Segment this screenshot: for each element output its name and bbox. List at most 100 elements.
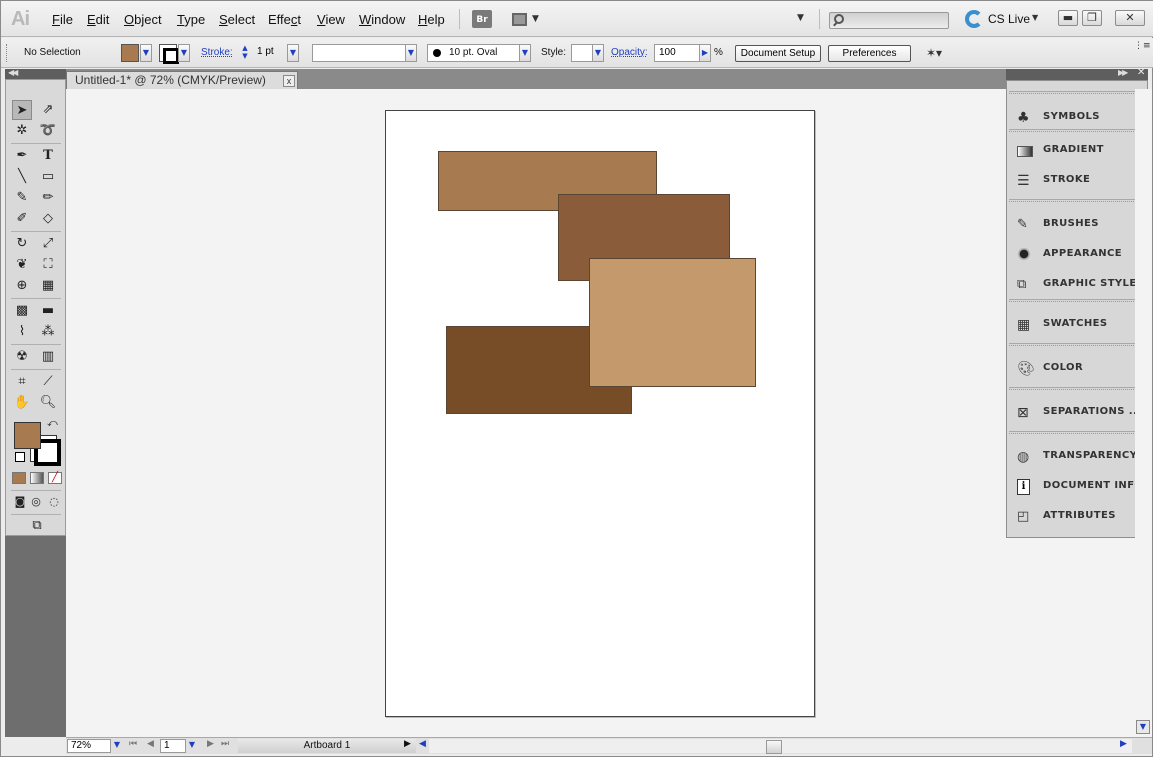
- line-tool-icon[interactable]: ╲: [12, 167, 32, 187]
- brushes-panel-button[interactable]: ✎ BRUSHES: [1015, 214, 1145, 236]
- artboard-number-dropdown[interactable]: ▼: [186, 739, 198, 753]
- menu-object[interactable]: Object: [124, 12, 162, 27]
- screen-mode-icon[interactable]: ⧉: [25, 516, 49, 536]
- menu-edit[interactable]: Edit: [87, 12, 109, 27]
- control-panel-menu-icon[interactable]: ⋮≡: [1134, 41, 1151, 51]
- cs-live-icon[interactable]: [965, 10, 983, 28]
- draw-behind-icon[interactable]: ◎: [26, 492, 46, 512]
- horizontal-scrollbar[interactable]: [429, 739, 1132, 754]
- none-mode-icon[interactable]: ╱: [48, 472, 62, 484]
- next-artboard-icon[interactable]: ▶: [207, 739, 214, 749]
- paintbrush-tool-icon[interactable]: ✎: [12, 188, 32, 208]
- collapse-icon[interactable]: ◀◀: [8, 68, 18, 77]
- help-search-input[interactable]: [829, 12, 949, 29]
- graphic-styles-panel-button[interactable]: ⧉ GRAPHIC STYLES: [1015, 274, 1145, 296]
- brush-definition-dropdown[interactable]: ▼: [519, 44, 531, 62]
- menu-view[interactable]: View: [317, 12, 345, 27]
- scroll-down-arrow-icon[interactable]: ▼: [1136, 720, 1150, 734]
- gradient-panel-button[interactable]: GRADIENT: [1015, 140, 1145, 162]
- close-window-button[interactable]: ✕: [1115, 10, 1145, 26]
- gradient-tool-icon[interactable]: ▬: [38, 301, 58, 321]
- shape-builder-tool-icon[interactable]: ⊕: [12, 276, 32, 296]
- type-tool-icon[interactable]: T: [38, 146, 58, 166]
- gradient-mode-icon[interactable]: [30, 472, 44, 484]
- bridge-button[interactable]: Br: [472, 10, 492, 28]
- warp-tool-icon[interactable]: ❦: [12, 255, 32, 275]
- fill-dropdown[interactable]: ▼: [140, 44, 152, 62]
- close-icon[interactable]: x: [283, 75, 295, 87]
- rect-light-tan[interactable]: [589, 258, 756, 387]
- panel-grip[interactable]: [6, 44, 8, 62]
- arrange-documents-button[interactable]: ▼: [509, 9, 543, 29]
- previous-artboard-icon[interactable]: ◀: [147, 739, 154, 749]
- rotate-tool-icon[interactable]: ↻: [12, 234, 32, 254]
- slice-tool-icon[interactable]: ⟋: [38, 372, 58, 392]
- free-transform-tool-icon[interactable]: ⛶: [38, 255, 58, 275]
- menu-window[interactable]: Window: [359, 12, 405, 27]
- graphic-style-dropdown[interactable]: ▼: [592, 44, 604, 62]
- lasso-tool-icon[interactable]: ➰: [38, 121, 58, 141]
- workspace-switcher-dropdown[interactable]: ▼: [797, 13, 804, 23]
- menu-type[interactable]: Type: [177, 12, 205, 27]
- minimize-button[interactable]: ▬: [1058, 10, 1078, 26]
- artboard[interactable]: [385, 110, 815, 717]
- stroke-panel-link[interactable]: Stroke:: [201, 47, 233, 58]
- attributes-panel-button[interactable]: ◰ ATTRIBUTES: [1015, 506, 1145, 528]
- tools-panel-header[interactable]: ◀◀: [5, 68, 66, 79]
- hand-tool-icon[interactable]: ✋: [12, 393, 32, 413]
- status-menu[interactable]: Artboard 1: [238, 739, 416, 753]
- direct-selection-tool-icon[interactable]: ⇗: [38, 100, 58, 120]
- stroke-color-dropdown[interactable]: ▼: [178, 44, 190, 62]
- perspective-grid-tool-icon[interactable]: ▦: [38, 276, 58, 296]
- close-icon[interactable]: ✕: [1137, 67, 1145, 78]
- opacity-field[interactable]: 100: [654, 44, 700, 62]
- appearance-panel-button[interactable]: APPEARANCE: [1015, 244, 1145, 266]
- stroke-weight-field[interactable]: 1 pt: [253, 44, 287, 62]
- opacity-panel-link[interactable]: Opacity:: [611, 47, 648, 58]
- fill-color-swatch[interactable]: [121, 44, 139, 62]
- variable-width-dropdown[interactable]: ▼: [405, 44, 417, 62]
- color-mode-icon[interactable]: [12, 472, 26, 484]
- select-similar-icon[interactable]: ✶▾: [921, 46, 947, 62]
- artboard-tool-icon[interactable]: ⌗: [12, 372, 32, 392]
- eyedropper-tool-icon[interactable]: ⌇: [12, 322, 32, 342]
- pen-tool-icon[interactable]: ✒: [12, 146, 32, 166]
- document-info-panel-button[interactable]: i DOCUMENT INFO: [1015, 476, 1145, 498]
- menu-effect[interactable]: Effect: [268, 12, 301, 27]
- symbol-sprayer-tool-icon[interactable]: ☢: [12, 347, 32, 367]
- swatches-panel-button[interactable]: ▦ SWATCHES: [1015, 314, 1145, 336]
- selection-tool-icon[interactable]: ➤: [12, 100, 32, 120]
- expand-panels-icon[interactable]: ▶▶: [1118, 68, 1128, 77]
- mesh-tool-icon[interactable]: ▩: [12, 301, 32, 321]
- symbols-panel-button[interactable]: ♣ SYMBOLS: [1015, 107, 1145, 129]
- canvas[interactable]: [66, 89, 1135, 737]
- stroke-weight-stepper[interactable]: ▲ ▼: [239, 44, 251, 62]
- document-tab[interactable]: Untitled-1* @ 72% (CMYK/Preview) x: [66, 71, 298, 89]
- stroke-color-swatch[interactable]: [159, 44, 179, 64]
- column-graph-tool-icon[interactable]: ▥: [38, 347, 58, 367]
- color-panel-button[interactable]: 🎨︎ COLOR: [1015, 358, 1145, 380]
- default-fill-stroke-icon[interactable]: [15, 452, 25, 462]
- blob-brush-tool-icon[interactable]: ✐: [12, 209, 32, 229]
- cs-live-menu[interactable]: CS Live: [988, 12, 1030, 26]
- scroll-left-arrow-icon[interactable]: ◀: [419, 739, 426, 749]
- pencil-tool-icon[interactable]: ✏: [38, 188, 58, 208]
- menu-file[interactable]: File: [52, 12, 73, 27]
- last-artboard-icon[interactable]: ⏭: [221, 739, 229, 749]
- eraser-tool-icon[interactable]: ◇: [38, 209, 58, 229]
- draw-inside-icon[interactable]: ◌: [44, 492, 64, 512]
- menu-select[interactable]: Select: [219, 12, 255, 27]
- variable-width-profile[interactable]: [312, 44, 406, 62]
- magic-wand-tool-icon[interactable]: ✲: [12, 121, 32, 141]
- zoom-level-field[interactable]: 72%: [67, 739, 111, 753]
- zoom-dropdown[interactable]: ▼: [111, 739, 123, 753]
- vertical-scrollbar[interactable]: ▼: [1135, 89, 1152, 737]
- status-menu-arrow-icon[interactable]: ▶: [404, 739, 411, 749]
- stroke-weight-dropdown[interactable]: ▼: [287, 44, 299, 62]
- blend-tool-icon[interactable]: ⁂: [38, 322, 58, 342]
- opacity-slider-button[interactable]: ▶: [699, 44, 711, 62]
- zoom-tool-icon[interactable]: 🔍︎: [38, 393, 58, 413]
- separations-preview-panel-button[interactable]: ⊠ SEPARATIONS ...: [1015, 402, 1145, 424]
- swap-fill-stroke-icon[interactable]: ⤺: [47, 418, 58, 429]
- menu-help[interactable]: Help: [418, 12, 445, 27]
